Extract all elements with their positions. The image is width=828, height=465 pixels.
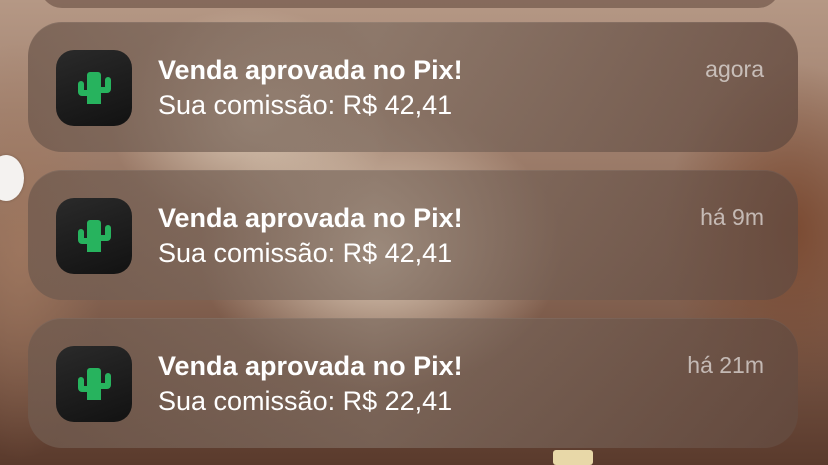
cactus-icon <box>78 220 111 252</box>
cactus-icon <box>78 368 111 400</box>
notification-time: há 9m <box>700 204 764 230</box>
cactus-icon <box>78 72 111 104</box>
notification-time: agora <box>705 56 764 82</box>
wallpaper-detail <box>553 450 593 465</box>
notification-body: Sua comissão: R$ 22,41 <box>158 386 453 416</box>
app-icon <box>56 50 132 126</box>
app-icon <box>56 198 132 274</box>
notification-body: Sua comissão: R$ 42,41 <box>158 238 453 268</box>
notification-card[interactable]: Venda aprovada no Pix! Sua comissão: R$ … <box>28 22 798 152</box>
notification-title: Venda aprovada no Pix! <box>158 351 463 381</box>
previous-notification-edge <box>40 0 780 8</box>
notification-title: Venda aprovada no Pix! <box>158 203 463 233</box>
notification-card[interactable]: Venda aprovada no Pix! Sua comissão: R$ … <box>28 170 798 300</box>
notification-card[interactable]: Venda aprovada no Pix! Sua comissão: R$ … <box>28 318 798 448</box>
notification-body: Sua comissão: R$ 42,41 <box>158 90 453 120</box>
notification-title: Venda aprovada no Pix! <box>158 55 463 85</box>
app-icon <box>56 346 132 422</box>
notification-time: há 21m <box>687 352 764 378</box>
